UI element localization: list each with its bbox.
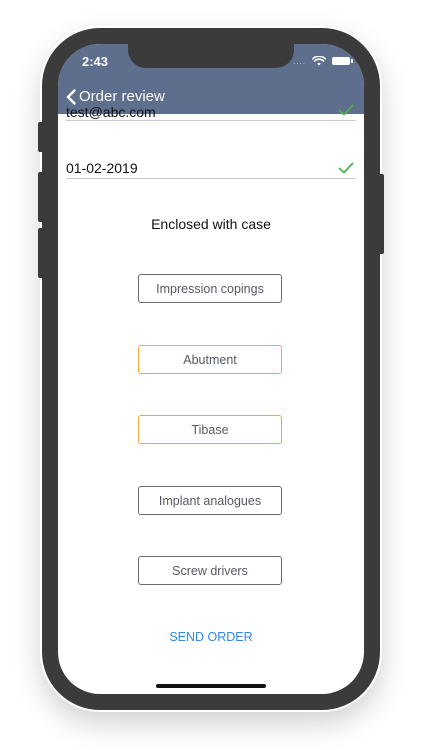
- email-field[interactable]: test@abc.com: [66, 102, 356, 121]
- battery-icon: [332, 57, 353, 65]
- option-impression-copings[interactable]: Impression copings: [138, 274, 282, 303]
- status-icons: ....: [293, 56, 353, 66]
- screen: 2:43 .... Order review test@abc.com 01-0…: [58, 44, 364, 694]
- option-tibase[interactable]: Tibase: [138, 415, 282, 444]
- check-icon: [338, 104, 354, 116]
- section-title: Enclosed with case: [151, 216, 271, 232]
- signal-icon: ....: [293, 56, 306, 66]
- option-abutment[interactable]: Abutment: [138, 345, 282, 374]
- option-implant-analogues[interactable]: Implant analogues: [138, 486, 282, 515]
- email-value: test@abc.com: [66, 104, 156, 120]
- wifi-icon: [312, 56, 326, 66]
- date-field[interactable]: 01-02-2019: [66, 158, 356, 179]
- date-value: 01-02-2019: [66, 160, 138, 176]
- option-screw-drivers[interactable]: Screw drivers: [138, 556, 282, 585]
- home-indicator: [156, 684, 266, 688]
- status-time: 2:43: [82, 54, 109, 69]
- check-icon: [338, 162, 354, 174]
- notch: [128, 44, 294, 68]
- send-order-button[interactable]: SEND ORDER: [58, 630, 364, 644]
